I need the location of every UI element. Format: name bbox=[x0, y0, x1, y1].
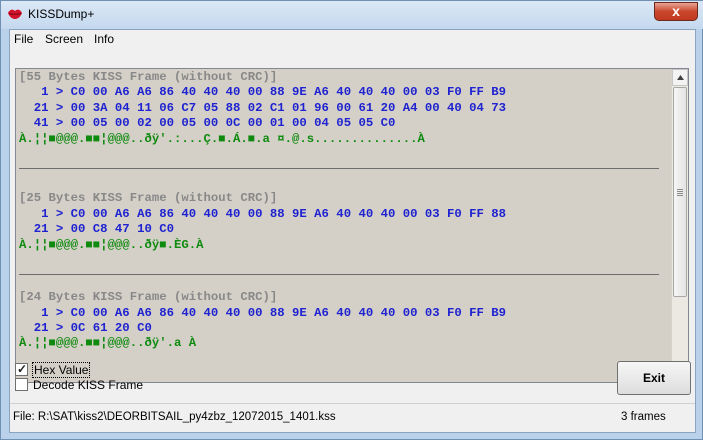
frame-header: [24 Bytes KISS Frame (without CRC)] bbox=[19, 290, 278, 305]
status-bar: File: R:\SAT\kiss2\DEORBITSAIL_py4zbz_12… bbox=[10, 403, 695, 432]
scroll-thumb[interactable] bbox=[673, 87, 687, 297]
dump-text: [55 Bytes KISS Frame (without CRC)] 1 > … bbox=[19, 70, 667, 352]
close-button[interactable]: x bbox=[654, 2, 698, 21]
menu-bar: File Screen Info bbox=[10, 30, 695, 49]
ascii-line: À.¦¦■@@@.■■¦@@@..ðÿ'.:...Ç.■.Á.■.a ¤.@.s… bbox=[19, 131, 425, 146]
status-frame-count: 3 frames bbox=[621, 411, 666, 423]
checkmark-icon: ✓ bbox=[17, 362, 28, 376]
hex-line: 21 > 0C 61 20 C0 bbox=[19, 321, 152, 336]
hex-line: 1 > C0 00 A6 A6 86 40 40 40 00 88 9E A6 … bbox=[19, 85, 507, 100]
hex-value-checkbox[interactable]: ✓ bbox=[15, 363, 28, 376]
status-file-path: File: R:\SAT\kiss2\DEORBITSAIL_py4zbz_12… bbox=[13, 411, 336, 423]
app-window: KISSDump+ x File Screen Info [55 Bytes K… bbox=[0, 0, 703, 440]
vertical-scrollbar[interactable] bbox=[671, 69, 688, 382]
exit-button[interactable]: Exit bbox=[617, 361, 691, 395]
kiss-dump-output[interactable]: [55 Bytes KISS Frame (without CRC)] 1 > … bbox=[15, 68, 689, 383]
scroll-up-arrow[interactable] bbox=[672, 69, 688, 86]
frame-header: [55 Bytes KISS Frame (without CRC)] bbox=[19, 70, 278, 84]
close-icon: x bbox=[672, 3, 680, 19]
chevron-up-icon bbox=[677, 75, 684, 80]
hex-line: 21 > 00 3A 04 11 06 C7 05 88 02 C1 01 96… bbox=[19, 100, 507, 115]
ascii-line: À.¦¦■@@@.■■¦@@@..ðÿ■.ÈG.À bbox=[19, 237, 204, 252]
hex-line: 1 > C0 00 A6 A6 86 40 40 40 00 88 9E A6 … bbox=[19, 206, 507, 221]
ascii-line: À.¦¦■@@@.■■¦@@@..ðÿ'.a À bbox=[19, 336, 197, 351]
frame-header: [25 Bytes KISS Frame (without CRC)] bbox=[19, 191, 278, 206]
decode-kiss-label: Decode KISS Frame bbox=[33, 378, 144, 392]
hex-line: 1 > C0 00 A6 A6 86 40 40 40 00 88 9E A6 … bbox=[19, 305, 507, 320]
menu-info[interactable]: Info bbox=[91, 32, 117, 46]
hex-line: 41 > 00 05 00 02 00 05 00 0C 00 01 00 04… bbox=[19, 116, 396, 131]
menu-file[interactable]: File bbox=[11, 32, 36, 46]
client-area: File Screen Info [55 Bytes KISS Frame (w… bbox=[9, 29, 696, 433]
menu-screen[interactable]: Screen bbox=[42, 32, 86, 46]
hex-value-label: Hex Value bbox=[31, 362, 91, 378]
window-title: KISSDump+ bbox=[28, 7, 95, 21]
hex-line: 21 > 00 C8 47 10 C0 bbox=[19, 222, 174, 237]
title-bar[interactable]: KISSDump+ x bbox=[1, 1, 703, 29]
lips-icon bbox=[7, 7, 23, 21]
decode-kiss-checkbox[interactable] bbox=[15, 378, 28, 391]
